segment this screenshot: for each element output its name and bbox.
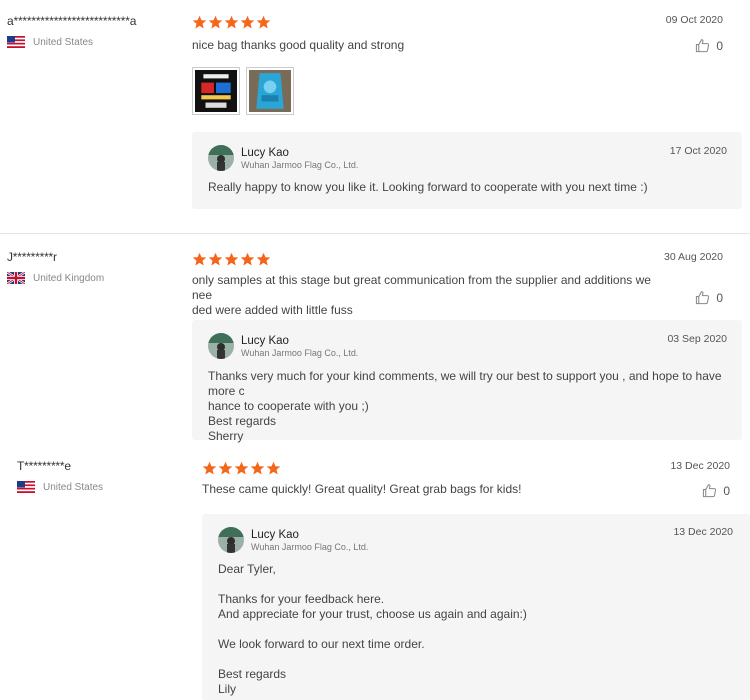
uk-flag-icon [6,271,26,285]
star-icon [192,15,207,30]
reply-company: Wuhan Jarmoo Flag Co., Ltd. [251,541,369,552]
review-date: 13 Dec 2020 [670,460,730,472]
star-icon [256,252,271,267]
star-icon [240,252,255,267]
star-icon [234,461,249,476]
thumbs-up-icon [702,483,717,498]
reply-author-name: Lucy Kao [241,146,289,159]
thumbs-up-icon [695,38,710,53]
star-icon [256,15,271,30]
star-rating [192,252,652,267]
review-item: T*********e United States These came qui… [0,445,750,700]
star-icon [192,252,207,267]
reviewer-name: a**************************a [7,14,137,28]
seller-reply: Lucy Kao Wuhan Jarmoo Flag Co., Ltd. 03 … [192,320,742,443]
review-body: nice bag thanks good quality and strong [192,15,712,115]
avatar [218,527,244,553]
like-count: 0 [716,290,723,305]
us-flag-icon [17,481,35,493]
reply-text: Thanks very much for your kind comments,… [208,369,722,443]
review-photo-thumbnail[interactable] [246,67,294,115]
avatar [208,333,234,359]
reviewer-name: J*********r [7,250,57,264]
reply-date: 17 Oct 2020 [669,145,727,157]
reviewer-country: United States [17,481,103,493]
country-name: United Kingdom [33,272,105,284]
reviewer-country: United Kingdom [6,271,105,285]
seller-reply: Lucy Kao Wuhan Jarmoo Flag Co., Ltd. 13 … [202,514,750,700]
review-body: only samples at this stage but great com… [192,252,652,318]
reviewer-country: United States [7,36,136,48]
star-icon [266,461,281,476]
reply-author-name: Lucy Kao [251,528,299,541]
avatar [208,145,234,171]
reply-text: Dear Tyler, Thanks for your feedback her… [218,562,527,696]
review-comment: These came quickly! Great quality! Great… [202,482,522,496]
star-icon [250,461,265,476]
review-photo-thumbnail[interactable] [192,67,240,115]
star-icon [208,252,223,267]
star-icon [224,15,239,30]
country-name: United States [33,36,94,48]
review-date: 30 Aug 2020 [664,251,723,263]
reply-date: 13 Dec 2020 [673,526,733,538]
star-icon [208,15,223,30]
reply-text: Really happy to know you like it. Lookin… [208,180,648,194]
star-rating [192,15,712,30]
review-comment: only samples at this stage but great com… [192,273,651,317]
reply-header: Lucy Kao Wuhan Jarmoo Flag Co., Ltd. [208,145,358,171]
reviewer-info: T*********e United States [17,459,103,493]
country-name: United States [43,481,104,493]
star-icon [224,252,239,267]
like-count: 0 [716,38,723,53]
reply-header: Lucy Kao Wuhan Jarmoo Flag Co., Ltd. [218,527,368,553]
star-icon [240,15,255,30]
review-date: 09 Oct 2020 [665,14,723,26]
like-count: 0 [723,483,730,498]
star-rating [202,461,662,476]
seller-reply: Lucy Kao Wuhan Jarmoo Flag Co., Ltd. 17 … [192,132,742,209]
review-item: a**************************a United Stat… [0,0,750,234]
like-button[interactable]: 0 [695,290,723,305]
reviewer-info: J*********r United Kingdom [6,250,105,285]
reply-date: 03 Sep 2020 [667,333,727,345]
like-button[interactable]: 0 [695,38,723,53]
reviewer-info: a**************************a United Stat… [7,14,136,48]
star-icon [202,461,217,476]
review-item: J*********r United Kingdom only samples … [0,235,750,445]
review-body: These came quickly! Great quality! Great… [202,461,662,497]
reply-company: Wuhan Jarmoo Flag Co., Ltd. [241,159,359,170]
reviewer-name: T*********e [17,459,71,473]
reply-author-name: Lucy Kao [241,334,289,347]
star-icon [218,461,233,476]
reply-company: Wuhan Jarmoo Flag Co., Ltd. [241,347,359,358]
reply-header: Lucy Kao Wuhan Jarmoo Flag Co., Ltd. [208,333,358,359]
us-flag-icon [7,36,25,48]
review-photos [192,67,712,115]
thumbs-up-icon [695,290,710,305]
like-button[interactable]: 0 [702,483,730,498]
review-comment: nice bag thanks good quality and strong [192,38,405,52]
